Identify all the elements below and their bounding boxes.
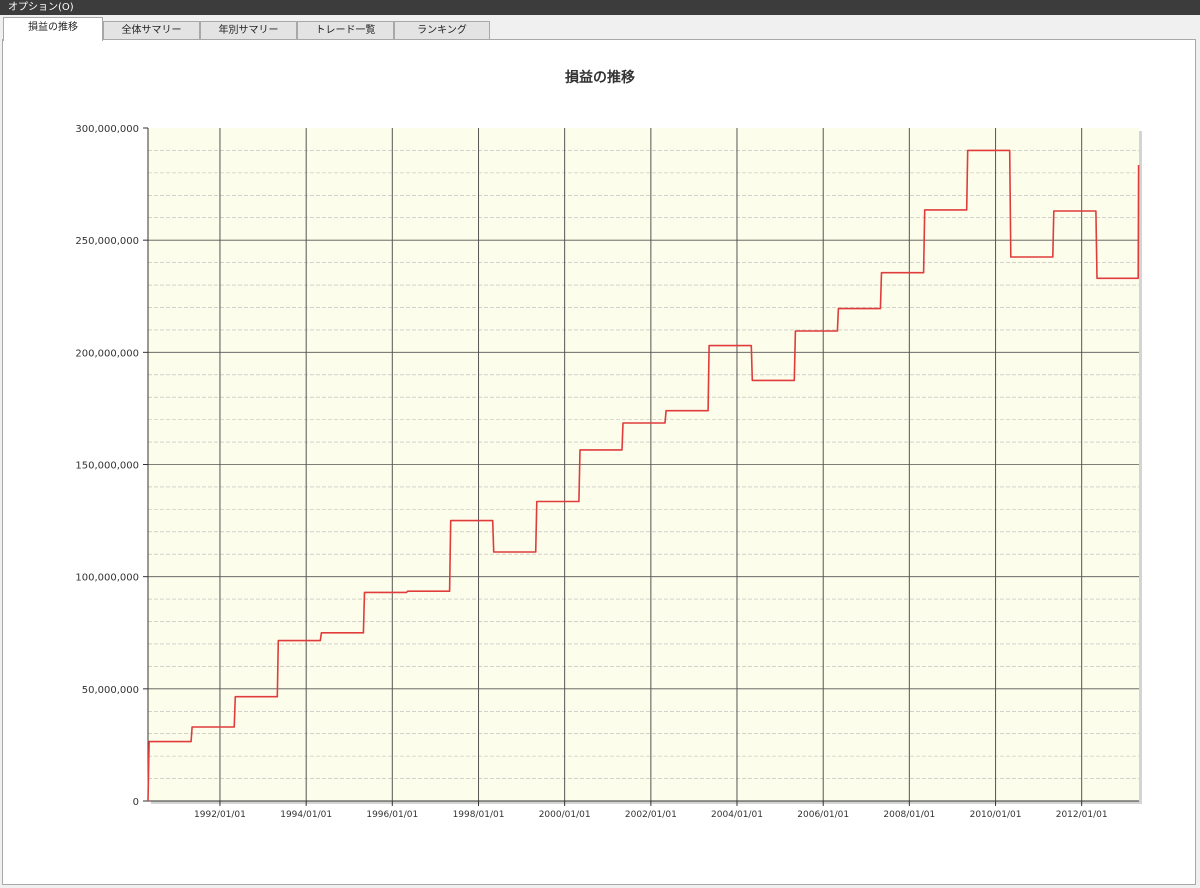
tab-strip: 損益の推移 全体サマリー 年別サマリー トレード一覧 ランキング — [0, 15, 1200, 41]
tab-ranking[interactable]: ランキング — [394, 21, 490, 40]
tab-yearly-summary[interactable]: 年別サマリー — [200, 21, 297, 40]
chart-title: 損益の推移 — [565, 69, 635, 86]
x-tick-label: 2008/01/01 — [883, 810, 935, 820]
y-tick-label: 50,000,000 — [82, 685, 139, 696]
x-tick-label: 2006/01/01 — [797, 810, 849, 820]
y-tick-label: 250,000,000 — [75, 236, 139, 247]
x-tick-label: 1996/01/01 — [366, 810, 418, 820]
tab-overall-summary[interactable]: 全体サマリー — [103, 21, 200, 40]
y-tick-label: 100,000,000 — [75, 573, 139, 584]
x-tick-label: 1998/01/01 — [453, 810, 505, 820]
y-tick-label: 150,000,000 — [75, 461, 139, 472]
menu-bar: オプション(O) — [0, 0, 1200, 15]
tab-profit-transition[interactable]: 損益の推移 — [3, 17, 103, 41]
x-tick-label: 2004/01/01 — [711, 810, 763, 820]
y-tick-label: 200,000,000 — [75, 348, 139, 359]
x-tick-label: 1992/01/01 — [194, 810, 246, 820]
x-tick-label: 2002/01/01 — [625, 810, 677, 820]
x-tick-label: 2000/01/01 — [539, 810, 591, 820]
chart-panel: 損益の推移 0 50,000,000 100,000,000 150,000,000 2… — [2, 39, 1196, 885]
profit-chart: 損益の推移 0 50,000,000 100,000,000 150,000,000 2… — [75, 69, 1142, 820]
menu-options[interactable]: オプション(O) — [8, 1, 74, 14]
x-tick-label: 1994/01/01 — [280, 810, 332, 820]
x-tick-label: 2012/01/01 — [1056, 810, 1108, 820]
y-tick-label: 300,000,000 — [75, 124, 139, 135]
tab-trade-list[interactable]: トレード一覧 — [297, 21, 394, 40]
x-tick-label: 2010/01/01 — [970, 810, 1022, 820]
y-tick-label: 0 — [133, 797, 139, 808]
